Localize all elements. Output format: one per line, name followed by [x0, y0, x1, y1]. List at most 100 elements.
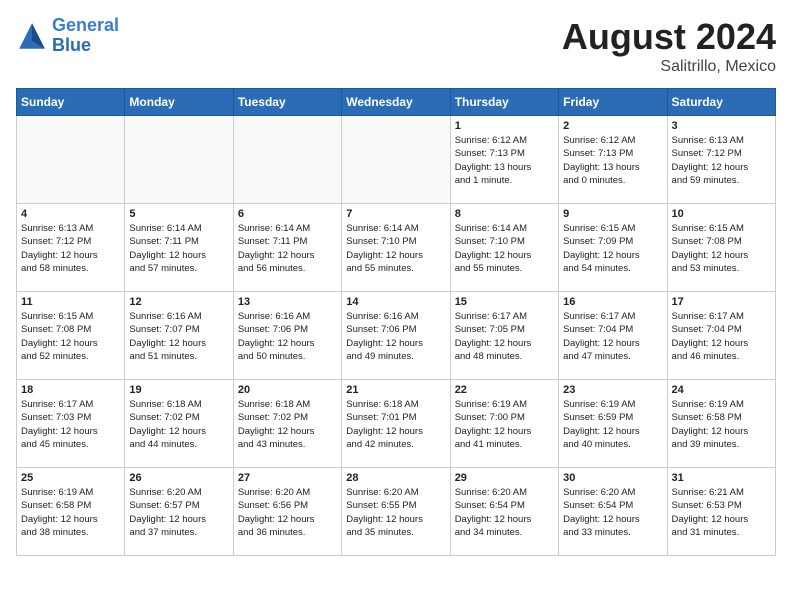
calendar-cell: 6 Sunrise: 6:14 AM Sunset: 7:11 PM Daylig…	[233, 204, 341, 292]
header-thursday: Thursday	[450, 89, 558, 116]
day-info: Sunrise: 6:20 AM Sunset: 6:54 PM Dayligh…	[563, 486, 662, 539]
calendar-cell: 14 Sunrise: 6:16 AM Sunset: 7:06 PM Dayli…	[342, 292, 450, 380]
day-number: 31	[672, 472, 771, 484]
calendar-week-4: 18Sunrise: 6:17 AM Sunset: 7:03 PM Dayli…	[17, 380, 776, 468]
calendar-cell: 11 Sunrise: 6:15 AM Sunset: 7:08 PM Dayli…	[17, 292, 125, 380]
day-number: 26	[129, 472, 228, 484]
day-number: 19	[129, 384, 228, 396]
day-info: Sunrise: 6:15 AM Sunset: 7:08 PM Dayligh…	[21, 310, 120, 363]
calendar-cell: 15 Sunrise: 6:17 AM Sunset: 7:05 PM Dayli…	[450, 292, 558, 380]
calendar-cell: 4 Sunrise: 6:13 AM Sunset: 7:12 PM Daylig…	[17, 204, 125, 292]
day-info: Sunrise: 6:21 AM Sunset: 6:53 PM Dayligh…	[672, 486, 771, 539]
calendar-cell: 2 Sunrise: 6:12 AM Sunset: 7:13 PM Daylig…	[559, 116, 667, 204]
day-number: 3	[672, 120, 771, 132]
day-number: 7	[346, 208, 445, 220]
header-tuesday: Tuesday	[233, 89, 341, 116]
day-info: Sunrise: 6:18 AM Sunset: 7:01 PM Dayligh…	[346, 398, 445, 451]
day-info: Sunrise: 6:14 AM Sunset: 7:10 PM Dayligh…	[455, 222, 554, 275]
header-saturday: Saturday	[667, 89, 775, 116]
day-number: 9	[563, 208, 662, 220]
calendar-cell: 25Sunrise: 6:19 AM Sunset: 6:58 PM Dayli…	[17, 468, 125, 556]
day-number: 5	[129, 208, 228, 220]
day-info: Sunrise: 6:17 AM Sunset: 7:04 PM Dayligh…	[563, 310, 662, 363]
day-number: 17	[672, 296, 771, 308]
calendar-cell: 17Sunrise: 6:17 AM Sunset: 7:04 PM Dayli…	[667, 292, 775, 380]
calendar-cell	[233, 116, 341, 204]
calendar-cell: 8 Sunrise: 6:14 AM Sunset: 7:10 PM Daylig…	[450, 204, 558, 292]
day-number: 22	[455, 384, 554, 396]
calendar-cell: 31 Sunrise: 6:21 AM Sunset: 6:53 PM Dayli…	[667, 468, 775, 556]
calendar-week-5: 25Sunrise: 6:19 AM Sunset: 6:58 PM Dayli…	[17, 468, 776, 556]
day-number: 28	[346, 472, 445, 484]
calendar-table: Sunday Monday Tuesday Wednesday Thursday…	[16, 88, 776, 556]
day-number: 14	[346, 296, 445, 308]
day-info: Sunrise: 6:17 AM Sunset: 7:05 PM Dayligh…	[455, 310, 554, 363]
calendar-cell: 12Sunrise: 6:16 AM Sunset: 7:07 PM Dayli…	[125, 292, 233, 380]
day-info: Sunrise: 6:15 AM Sunset: 7:09 PM Dayligh…	[563, 222, 662, 275]
calendar-cell: 16 Sunrise: 6:17 AM Sunset: 7:04 PM Dayli…	[559, 292, 667, 380]
calendar-cell: 20Sunrise: 6:18 AM Sunset: 7:02 PM Dayli…	[233, 380, 341, 468]
day-number: 16	[563, 296, 662, 308]
calendar-cell	[342, 116, 450, 204]
day-info: Sunrise: 6:12 AM Sunset: 7:13 PM Dayligh…	[455, 134, 554, 187]
logo: General Blue	[16, 16, 119, 56]
day-info: Sunrise: 6:19 AM Sunset: 6:58 PM Dayligh…	[672, 398, 771, 451]
header-wednesday: Wednesday	[342, 89, 450, 116]
calendar-cell: 1 Sunrise: 6:12 AM Sunset: 7:13 PM Daylig…	[450, 116, 558, 204]
calendar-cell: 22 Sunrise: 6:19 AM Sunset: 7:00 PM Dayli…	[450, 380, 558, 468]
calendar-cell: 27Sunrise: 6:20 AM Sunset: 6:56 PM Dayli…	[233, 468, 341, 556]
day-info: Sunrise: 6:19 AM Sunset: 6:58 PM Dayligh…	[21, 486, 120, 539]
day-number: 6	[238, 208, 337, 220]
calendar-week-3: 11 Sunrise: 6:15 AM Sunset: 7:08 PM Dayli…	[17, 292, 776, 380]
day-number: 15	[455, 296, 554, 308]
day-info: Sunrise: 6:12 AM Sunset: 7:13 PM Dayligh…	[563, 134, 662, 187]
day-number: 27	[238, 472, 337, 484]
calendar-cell: 29 Sunrise: 6:20 AM Sunset: 6:54 PM Dayli…	[450, 468, 558, 556]
day-number: 10	[672, 208, 771, 220]
day-info: Sunrise: 6:15 AM Sunset: 7:08 PM Dayligh…	[672, 222, 771, 275]
day-info: Sunrise: 6:13 AM Sunset: 7:12 PM Dayligh…	[672, 134, 771, 187]
calendar-cell	[17, 116, 125, 204]
subtitle: Salitrillo, Mexico	[562, 58, 776, 76]
day-number: 29	[455, 472, 554, 484]
calendar-cell: 24Sunrise: 6:19 AM Sunset: 6:58 PM Dayli…	[667, 380, 775, 468]
day-info: Sunrise: 6:17 AM Sunset: 7:03 PM Dayligh…	[21, 398, 120, 451]
day-info: Sunrise: 6:20 AM Sunset: 6:57 PM Dayligh…	[129, 486, 228, 539]
header-friday: Friday	[559, 89, 667, 116]
day-number: 20	[238, 384, 337, 396]
day-number: 21	[346, 384, 445, 396]
calendar-body: 1 Sunrise: 6:12 AM Sunset: 7:13 PM Daylig…	[17, 116, 776, 556]
logo-icon	[16, 20, 48, 52]
calendar-cell: 30 Sunrise: 6:20 AM Sunset: 6:54 PM Dayli…	[559, 468, 667, 556]
day-number: 23	[563, 384, 662, 396]
day-info: Sunrise: 6:20 AM Sunset: 6:54 PM Dayligh…	[455, 486, 554, 539]
day-number: 2	[563, 120, 662, 132]
header-monday: Monday	[125, 89, 233, 116]
day-number: 12	[129, 296, 228, 308]
day-info: Sunrise: 6:14 AM Sunset: 7:10 PM Dayligh…	[346, 222, 445, 275]
day-info: Sunrise: 6:16 AM Sunset: 7:06 PM Dayligh…	[346, 310, 445, 363]
main-title: August 2024	[562, 16, 776, 58]
day-number: 1	[455, 120, 554, 132]
day-number: 4	[21, 208, 120, 220]
day-info: Sunrise: 6:18 AM Sunset: 7:02 PM Dayligh…	[129, 398, 228, 451]
day-info: Sunrise: 6:13 AM Sunset: 7:12 PM Dayligh…	[21, 222, 120, 275]
day-info: Sunrise: 6:19 AM Sunset: 6:59 PM Dayligh…	[563, 398, 662, 451]
calendar-cell: 10 Sunrise: 6:15 AM Sunset: 7:08 PM Dayli…	[667, 204, 775, 292]
calendar-cell: 3 Sunrise: 6:13 AM Sunset: 7:12 PM Daylig…	[667, 116, 775, 204]
day-info: Sunrise: 6:14 AM Sunset: 7:11 PM Dayligh…	[238, 222, 337, 275]
calendar-cell: 19 Sunrise: 6:18 AM Sunset: 7:02 PM Dayli…	[125, 380, 233, 468]
logo-text: General Blue	[52, 16, 119, 56]
calendar-cell: 7 Sunrise: 6:14 AM Sunset: 7:10 PM Daylig…	[342, 204, 450, 292]
day-info: Sunrise: 6:19 AM Sunset: 7:00 PM Dayligh…	[455, 398, 554, 451]
calendar-header: Sunday Monday Tuesday Wednesday Thursday…	[17, 89, 776, 116]
day-number: 30	[563, 472, 662, 484]
calendar-cell: 21 Sunrise: 6:18 AM Sunset: 7:01 PM Dayli…	[342, 380, 450, 468]
calendar-cell: 18Sunrise: 6:17 AM Sunset: 7:03 PM Dayli…	[17, 380, 125, 468]
calendar-week-2: 4 Sunrise: 6:13 AM Sunset: 7:12 PM Daylig…	[17, 204, 776, 292]
day-info: Sunrise: 6:20 AM Sunset: 6:55 PM Dayligh…	[346, 486, 445, 539]
day-number: 8	[455, 208, 554, 220]
header-sunday: Sunday	[17, 89, 125, 116]
header-row: Sunday Monday Tuesday Wednesday Thursday…	[17, 89, 776, 116]
day-number: 11	[21, 296, 120, 308]
